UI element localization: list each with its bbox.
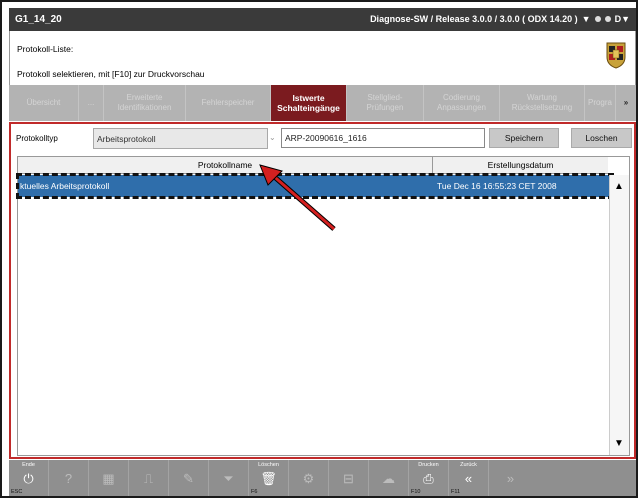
print-button[interactable]: Drucken ⎙ F10 bbox=[409, 460, 449, 496]
vertical-scrollbar[interactable]: ▲ ▼ bbox=[609, 175, 629, 455]
status-area: Diagnose-SW / Release 3.0.0 / 3.0.0 ( OD… bbox=[370, 14, 630, 24]
back-button[interactable]: Zurück « F11 bbox=[449, 460, 489, 496]
graph-icon: ⎍ bbox=[143, 471, 154, 486]
window-title: G1_14_20 bbox=[15, 14, 62, 25]
menu-dropdown[interactable]: D▼ bbox=[615, 14, 630, 24]
exit-caption: Ende bbox=[22, 462, 35, 468]
delete-button[interactable]: Loschen bbox=[571, 128, 632, 148]
page-instruction: Protokoll selektieren, mit [F10] zur Dru… bbox=[17, 69, 205, 79]
tab-fault-memory[interactable]: Fehlerspeicher bbox=[186, 85, 271, 121]
title-bar: G1_14_20 Diagnose-SW / Release 3.0.0 / 3… bbox=[9, 8, 636, 31]
exit-key: ESC bbox=[11, 489, 23, 495]
protocol-type-value: Arbeitsprotokoll bbox=[97, 134, 156, 144]
forward-icon: » bbox=[506, 471, 515, 486]
filter-icon[interactable]: ▼ bbox=[582, 14, 591, 24]
page-title: Protokoll-Liste: bbox=[17, 44, 74, 54]
controls-row: Protokolltyp Arbeitsprotokoll ⌄ Speicher… bbox=[11, 124, 634, 152]
chevron-down-icon[interactable]: ⌄ bbox=[269, 133, 279, 142]
graph-button[interactable]: ⎍ bbox=[129, 460, 169, 496]
plug-icon: ⊟ bbox=[343, 471, 354, 486]
status-dot-icon bbox=[604, 16, 611, 22]
tab-overview[interactable]: Übersicht bbox=[9, 85, 79, 121]
column-header-date[interactable]: Erstellungsdatum bbox=[433, 160, 608, 170]
exit-button[interactable]: Ende ⏻ ESC bbox=[9, 460, 49, 496]
filter-button[interactable]: ⏷ bbox=[209, 460, 249, 496]
print-caption: Drucken bbox=[418, 462, 439, 468]
wrench-button[interactable]: ⚙ bbox=[289, 460, 329, 496]
pen-icon: ✎ bbox=[183, 471, 194, 486]
scroll-up-icon[interactable]: ▲ bbox=[614, 181, 624, 192]
row-protocol-name: ktuelles Arbeitsprotokoll bbox=[20, 181, 110, 191]
tab-bar: Übersicht ... Erweiterte Identifikatione… bbox=[9, 85, 636, 121]
keyboard-button[interactable]: ▦ bbox=[89, 460, 129, 496]
help-button[interactable]: ? bbox=[49, 460, 89, 496]
column-header-name[interactable]: Protokollname bbox=[18, 157, 433, 174]
page-header: Protokoll-Liste: Protokoll selektieren, … bbox=[9, 31, 636, 85]
brand-crest-icon bbox=[606, 42, 626, 69]
delete-caption: Löschen bbox=[258, 462, 279, 468]
back-caption: Zurück bbox=[460, 462, 477, 468]
tab-extended-identifications[interactable]: Erweiterte Identifikationen bbox=[104, 85, 186, 121]
print-icon: ⎙ bbox=[423, 471, 434, 486]
delete-toolbar-button[interactable]: Löschen 🗑 F6 bbox=[249, 460, 289, 496]
tab-coding[interactable]: Codierung Anpassungen bbox=[424, 85, 500, 121]
release-status: Diagnose-SW / Release 3.0.0 / 3.0.0 ( OD… bbox=[370, 14, 578, 24]
print-key: F10 bbox=[411, 489, 421, 495]
protocol-name-input[interactable] bbox=[281, 128, 485, 148]
tab-more-button[interactable]: » bbox=[616, 85, 636, 121]
tab-maintenance[interactable]: Wartung Rückstellsetzung bbox=[500, 85, 585, 121]
power-icon: ⏻ bbox=[23, 471, 34, 486]
edit-button[interactable]: ✎ bbox=[169, 460, 209, 496]
delete-key: F6 bbox=[251, 489, 258, 495]
tab-actual-values[interactable]: Istwerte Schalteingänge bbox=[271, 85, 347, 121]
filter-icon: ⏷ bbox=[223, 471, 234, 486]
protocol-type-label: Protokolltyp bbox=[16, 134, 58, 143]
tab-programming[interactable]: Progra bbox=[585, 85, 616, 121]
keyboard-icon: ▦ bbox=[102, 471, 115, 486]
scroll-down-icon[interactable]: ▼ bbox=[614, 438, 624, 449]
protocol-type-select[interactable]: Arbeitsprotokoll ⌄ bbox=[93, 128, 276, 149]
back-key: F11 bbox=[451, 489, 461, 495]
chat-icon: ☁ bbox=[382, 471, 395, 486]
annotation-arrow-icon bbox=[259, 164, 336, 231]
trash-icon: 🗑 bbox=[260, 471, 277, 486]
save-button[interactable]: Speichern bbox=[489, 128, 559, 148]
chat-button[interactable]: ☁ bbox=[369, 460, 409, 496]
tab-actuator-tests[interactable]: Stellglied-Prüfungen bbox=[347, 85, 424, 121]
tab-ellipsis[interactable]: ... bbox=[79, 85, 104, 121]
plug-button[interactable]: ⊟ bbox=[329, 460, 369, 496]
forward-button[interactable]: » bbox=[489, 460, 532, 496]
status-dot-icon bbox=[594, 16, 601, 22]
row-creation-date: Tue Dec 16 16:55:23 CET 2008 bbox=[437, 181, 557, 191]
back-icon: « bbox=[464, 471, 473, 486]
help-icon: ? bbox=[64, 471, 73, 486]
function-key-bar: Ende ⏻ ESC ? ▦ ⎍ ✎ ⏷ Löschen 🗑 F6 ⚙ ⊟ ☁ … bbox=[9, 460, 636, 496]
wrench-icon: ⚙ bbox=[302, 471, 315, 486]
